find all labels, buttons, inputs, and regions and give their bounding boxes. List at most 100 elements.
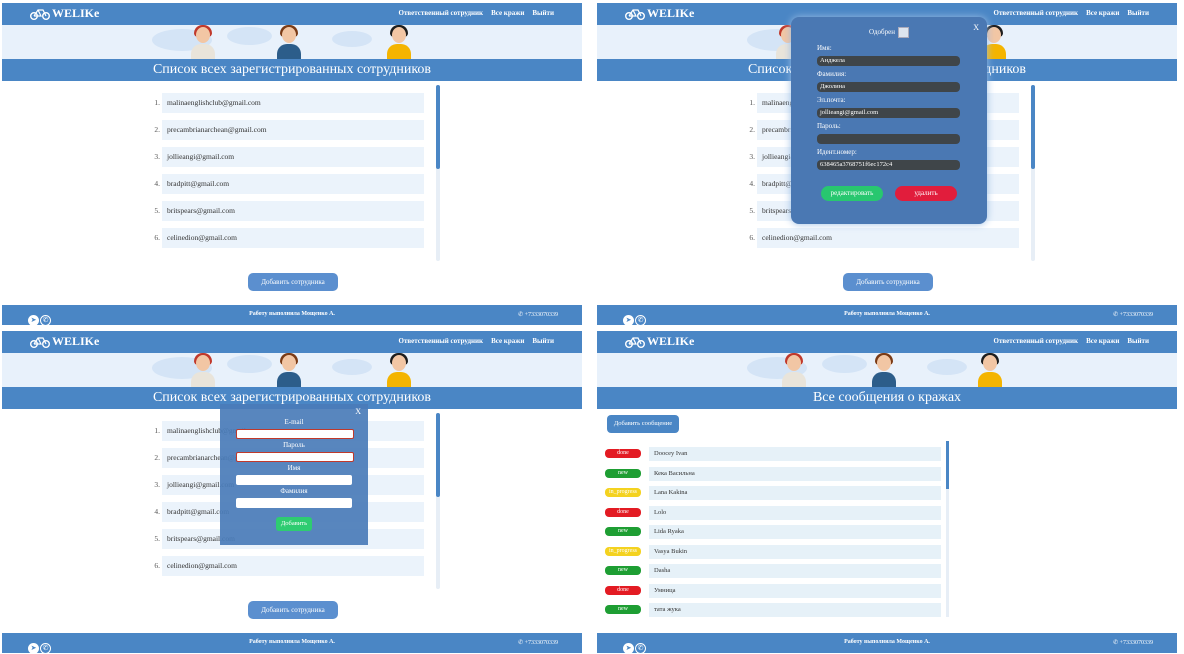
list-item[interactable]: 4.bradpitt@gmail.com bbox=[148, 174, 424, 194]
footer-phone[interactable]: ✆ +7333070339 bbox=[1113, 639, 1153, 646]
footer-phone[interactable]: ✆ +7333070339 bbox=[518, 311, 558, 318]
employees-page-add-modal: WELIKe Ответственный сотрудник Все кражи В… bbox=[2, 331, 582, 653]
scrollbar[interactable] bbox=[436, 85, 440, 261]
scrollbar-thumb[interactable] bbox=[436, 85, 440, 169]
man-figure bbox=[274, 25, 304, 59]
man-figure bbox=[975, 353, 1005, 387]
footer-phone[interactable]: ✆ +7333070339 bbox=[518, 639, 558, 646]
scrollbar[interactable] bbox=[436, 413, 440, 589]
name-label: Имя: bbox=[817, 44, 832, 52]
name-input[interactable] bbox=[236, 475, 352, 485]
bicycle-icon bbox=[625, 337, 645, 349]
add-employee-button[interactable]: Добавить сотрудника bbox=[248, 273, 338, 291]
scrollbar[interactable] bbox=[946, 441, 949, 617]
scrollbar-thumb[interactable] bbox=[946, 441, 949, 489]
scrollbar-thumb[interactable] bbox=[1031, 85, 1035, 169]
nav-thefts[interactable]: Все кражи bbox=[1086, 337, 1119, 345]
delete-button[interactable]: удалить bbox=[895, 186, 957, 201]
logo[interactable]: WELIKe bbox=[625, 6, 694, 21]
status-badge: new bbox=[605, 527, 641, 536]
list-item[interactable]: done Умница bbox=[605, 583, 941, 598]
footer: ➤ ✆ Работу выполнила Мощенко А. ✆ +733307… bbox=[2, 305, 582, 325]
surname-input[interactable] bbox=[236, 498, 352, 508]
submit-button[interactable]: Добавить bbox=[276, 517, 312, 531]
list-item[interactable]: in_progress Vasya Bukin bbox=[605, 544, 941, 559]
name-label: Имя bbox=[287, 464, 301, 472]
footer-credit: Работу выполнила Мощенко А. bbox=[844, 311, 930, 317]
add-employee-button[interactable]: Добавить сотрудника bbox=[843, 273, 933, 291]
list-item[interactable]: done Doocey Ivan bbox=[605, 447, 941, 461]
nav-responsible[interactable]: Ответственный сотрудник bbox=[994, 337, 1079, 345]
name-field[interactable]: Анджела bbox=[817, 56, 960, 66]
employee-list: 1.malinaenglishclub@gmail.com 2.precambr… bbox=[148, 93, 424, 255]
theft-owner: Vasya Bukin bbox=[649, 544, 941, 559]
list-item[interactable]: 6. celinedion@gmail.com bbox=[743, 228, 1019, 248]
nav-menu: Ответственный сотрудник Все кражи Выйти bbox=[391, 337, 555, 345]
list-item[interactable]: 6. celinedion@gmail.com bbox=[148, 228, 424, 248]
employee-email: celinedion@gmail.com bbox=[162, 228, 424, 248]
man-figure bbox=[384, 353, 414, 387]
nav-responsible[interactable]: Ответственный сотрудник bbox=[399, 9, 484, 17]
password-input[interactable] bbox=[236, 452, 354, 462]
theft-owner: Doocey Ivan bbox=[649, 447, 941, 461]
bicycle-icon bbox=[30, 337, 50, 349]
hero-illustration bbox=[597, 353, 1177, 387]
list-item[interactable]: new тата жука bbox=[605, 603, 941, 617]
list-item[interactable]: 1.malinaenglishclub@gmail.com bbox=[148, 93, 424, 113]
list-item[interactable]: 6. celinedion@gmail.com bbox=[148, 556, 424, 576]
employees-page-edit-modal: WELIKe Ответственный сотрудник Все кражи В… bbox=[597, 3, 1177, 325]
footer: ➤ ✆ Работу выполнила Мощенко А. ✆ +733307… bbox=[597, 633, 1177, 653]
approved-checkbox[interactable] bbox=[897, 27, 909, 38]
logo[interactable]: WELIKe bbox=[30, 6, 99, 21]
nav-menu: Ответственный сотрудник Все кражи Выйти bbox=[986, 9, 1150, 17]
list-item[interactable]: 5.britspears@gmail.com bbox=[148, 201, 424, 221]
password-field[interactable] bbox=[817, 134, 960, 144]
hero-illustration bbox=[2, 353, 582, 387]
logo[interactable]: WELIKe bbox=[625, 334, 694, 349]
nav-thefts[interactable]: Все кражи bbox=[491, 337, 524, 345]
edit-button[interactable]: редактировать bbox=[821, 186, 883, 201]
close-modal-button[interactable]: X bbox=[355, 407, 361, 416]
man-figure bbox=[274, 353, 304, 387]
list-item[interactable]: new Кека Васильна bbox=[605, 466, 941, 481]
nav-thefts[interactable]: Все кражи bbox=[491, 9, 524, 17]
surname-field[interactable]: Джолина bbox=[817, 82, 960, 92]
hero-illustration bbox=[2, 25, 582, 59]
brand-name: WELIKe bbox=[52, 334, 100, 348]
woman-figure bbox=[188, 25, 218, 59]
footer-phone[interactable]: ✆ +7333070339 bbox=[1113, 311, 1153, 318]
nav-logout[interactable]: Выйти bbox=[1127, 9, 1149, 17]
nav-logout[interactable]: Выйти bbox=[1127, 337, 1149, 345]
nav-logout[interactable]: Выйти bbox=[532, 9, 554, 17]
add-employee-button[interactable]: Добавить сотрудника bbox=[248, 601, 338, 619]
theft-owner: Lana Kakina bbox=[649, 486, 941, 500]
approved-label: Одобрен bbox=[869, 28, 895, 37]
woman-figure bbox=[779, 353, 809, 387]
scrollbar-thumb[interactable] bbox=[436, 413, 440, 497]
email-field[interactable]: jollieangi@gmail.com bbox=[817, 108, 960, 118]
nav-responsible[interactable]: Ответственный сотрудник bbox=[994, 9, 1079, 17]
brand-name: WELIKe bbox=[647, 6, 695, 20]
man-figure bbox=[384, 25, 414, 59]
woman-figure bbox=[188, 353, 218, 387]
nav-logout[interactable]: Выйти bbox=[532, 337, 554, 345]
list-item[interactable]: new Lida Ryaka bbox=[605, 525, 941, 539]
list-item[interactable]: 2.precambrianarchean@gmail.com bbox=[148, 120, 424, 140]
scrollbar[interactable] bbox=[1031, 85, 1035, 261]
nav-menu: Ответственный сотрудник Все кражи Выйти bbox=[391, 9, 555, 17]
password-label: Пароль: bbox=[817, 122, 841, 130]
list-item[interactable]: in_progress Lana Kakina bbox=[605, 486, 941, 500]
email-input[interactable] bbox=[236, 429, 354, 439]
logo[interactable]: WELIKe bbox=[30, 334, 99, 349]
theft-owner: Кека Васильна bbox=[649, 466, 941, 481]
man-figure bbox=[869, 353, 899, 387]
theft-owner: Lida Ryaka bbox=[649, 525, 941, 539]
speech-bubble bbox=[227, 27, 272, 45]
nav-responsible[interactable]: Ответственный сотрудник bbox=[399, 337, 484, 345]
id-field[interactable]: 638465a3768751f6ec172c4 bbox=[817, 160, 960, 170]
list-item[interactable]: done Lolo bbox=[605, 505, 941, 520]
add-message-button[interactable]: Добавить сообщение bbox=[607, 415, 679, 433]
list-item[interactable]: new Dasha bbox=[605, 564, 941, 578]
list-item[interactable]: 3.jollieangi@gmail.com bbox=[148, 147, 424, 167]
nav-thefts[interactable]: Все кражи bbox=[1086, 9, 1119, 17]
